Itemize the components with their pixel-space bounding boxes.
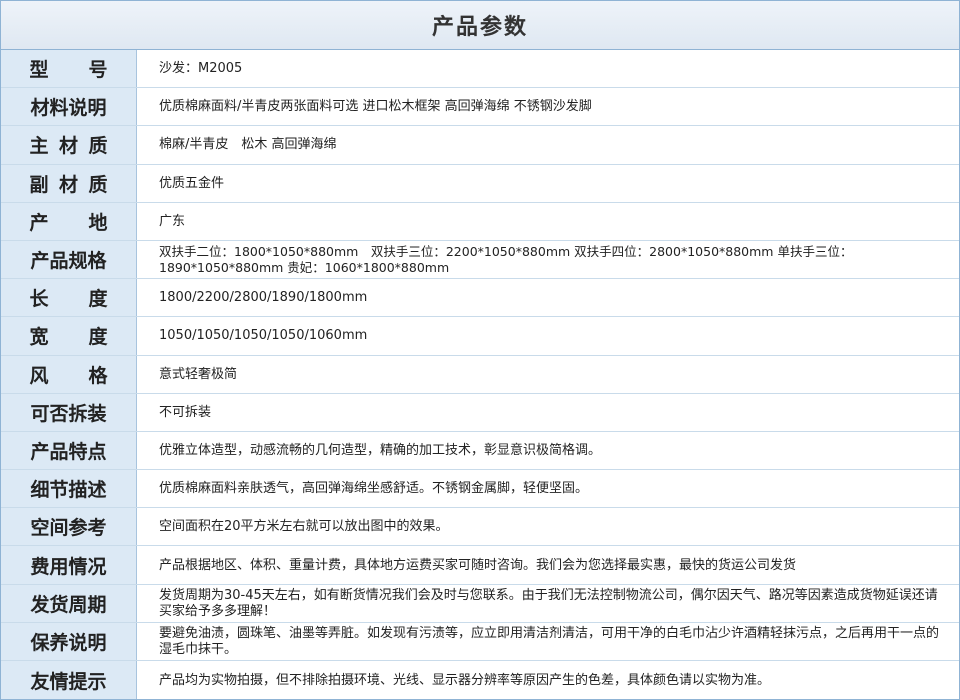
param-value: 优质棉麻面料亲肤透气，高回弹海绵坐感舒适。不锈钢金属脚，轻便坚固。 — [159, 481, 589, 497]
param-value: 优质棉麻面料/半青皮两张面料可选 进口松木框架 高回弹海绵 不锈钢沙发脚 — [159, 99, 592, 115]
param-label-char: 质 — [88, 135, 108, 158]
param-label-char: 产 — [29, 211, 49, 234]
param-row-style: 风 格 意式轻奢极简 — [1, 355, 959, 394]
param-label: 材料说明 — [1, 88, 137, 126]
param-row-material: 材料说明 优质棉麻面料/半青皮两张面料可选 进口松木框架 高回弹海绵 不锈钢沙发… — [1, 88, 959, 127]
param-row-shipping: 发货周期 发货周期为30-45天左右，如有断货情况我们会及时与您联系。由于我们无… — [1, 584, 959, 623]
param-label-char: 主 — [29, 135, 49, 158]
param-row-space: 空间参考 空间面积在20平方米左右就可以放出图中的效果。 — [1, 508, 959, 547]
param-label: 风 格 — [1, 355, 137, 393]
param-value: 广东 — [159, 213, 186, 229]
param-label-spread: 宽 度 — [30, 322, 108, 349]
param-label-char: 地 — [88, 211, 108, 234]
param-label: 型 号 — [1, 50, 137, 88]
param-label: 保养说明 — [1, 622, 137, 660]
param-row-care: 保养说明 要避免油渍，圆珠笔、油墨等弄脏。如发现有污渍等，应立即用清洁剂清洁，可… — [1, 622, 959, 661]
param-value: 要避免油渍，圆珠笔、油墨等弄脏。如发现有污渍等，应立即用清洁剂清洁，可用干净的白… — [159, 625, 940, 657]
param-label: 副 材 质 — [1, 164, 137, 202]
param-label: 长 度 — [1, 279, 137, 317]
param-label-char: 度 — [88, 288, 108, 311]
param-label-spread: 主 材 质 — [30, 131, 108, 158]
param-label: 产品规格 — [1, 240, 137, 279]
param-row-cost: 费用情况 产品根据地区、体积、重量计费，具体地方运费买家可随时咨询。我们会为您选… — [1, 546, 959, 585]
param-label-spread: 长 度 — [30, 284, 108, 311]
param-value: 优雅立体造型，动感流畅的几何造型，精确的加工技术，彰显意识极简格调。 — [159, 442, 602, 458]
param-label: 可否拆装 — [1, 393, 137, 431]
param-label-spread: 产 地 — [30, 208, 108, 235]
table-title: 产品参数 — [1, 1, 959, 50]
params-rows: 型 号 沙发：M2005 材料说明 优质棉麻面料/半青皮两张面料可选 进口松木框… — [1, 50, 959, 700]
param-label-spread: 风 格 — [30, 361, 108, 388]
param-value: 双扶手二位：1800*1050*880mm 双扶手三位：2200*1050*88… — [159, 244, 853, 276]
param-label-char: 型 — [29, 59, 49, 82]
param-row-features: 产品特点 优雅立体造型，动感流畅的几何造型，精确的加工技术，彰显意识极简格调。 — [1, 431, 959, 471]
param-label: 产 地 — [1, 202, 137, 240]
param-label: 空间参考 — [1, 508, 137, 546]
param-value: 产品均为实物拍摄，但不排除拍摄环境、光线、显示器分辨率等原因产生的色差，具体颜色… — [159, 672, 771, 688]
param-label-spread: 型 号 — [30, 55, 108, 82]
param-value: 1800/2200/2800/1890/1800mm — [159, 290, 368, 306]
param-value: 优质五金件 — [159, 175, 225, 191]
param-row-details: 细节描述 优质棉麻面料亲肤透气，高回弹海绵坐感舒适。不锈钢金属脚，轻便坚固。 — [1, 470, 959, 509]
param-value: 意式轻奢极简 — [159, 366, 238, 382]
param-row-sub-material: 副 材 质 优质五金件 — [1, 164, 959, 203]
param-value: 棉麻/半青皮 松木 高回弹海绵 — [159, 137, 337, 153]
param-label-char: 度 — [88, 326, 108, 349]
param-label-char: 材 — [58, 173, 78, 196]
param-row-detachable: 可否拆装 不可拆装 — [1, 393, 959, 432]
param-label-char: 号 — [88, 59, 108, 82]
param-row-model: 型 号 沙发：M2005 — [1, 50, 959, 89]
param-value: 不可拆装 — [159, 404, 212, 420]
param-label-char: 副 — [29, 173, 49, 196]
param-value: 发货周期为30-45天左右，如有断货情况我们会及时与您联系。由于我们无法控制物流… — [159, 587, 938, 619]
param-row-notice: 友情提示 产品均为实物拍摄，但不排除拍摄环境、光线、显示器分辨率等原因产生的色差… — [1, 661, 959, 700]
product-params-table: 产品参数 型 号 沙发：M2005 材料说明 优质棉麻面料/半青皮两张面料可选 … — [0, 0, 960, 700]
param-row-length: 长 度 1800/2200/2800/1890/1800mm — [1, 279, 959, 318]
param-label: 细节描述 — [1, 470, 137, 508]
param-row-spec: 产品规格 双扶手二位：1800*1050*880mm 双扶手三位：2200*10… — [1, 240, 959, 280]
param-row-origin: 产 地 广东 — [1, 202, 959, 241]
param-value: 1050/1050/1050/1050/1060mm — [159, 328, 368, 344]
param-label-char: 宽 — [29, 326, 49, 349]
param-label-spread: 副 材 质 — [30, 170, 108, 197]
param-label-char: 格 — [88, 364, 108, 387]
param-row-main-material: 主 材 质 棉麻/半青皮 松木 高回弹海绵 — [1, 126, 959, 165]
param-value: 产品根据地区、体积、重量计费，具体地方运费买家可随时咨询。我们会为您选择最实惠，… — [159, 557, 797, 573]
param-label: 友情提示 — [1, 661, 137, 700]
param-label: 主 材 质 — [1, 126, 137, 164]
param-label: 产品特点 — [1, 431, 137, 470]
param-label-char: 长 — [29, 288, 49, 311]
param-label: 发货周期 — [1, 584, 137, 622]
param-label: 宽 度 — [1, 317, 137, 355]
param-value: 沙发：M2005 — [159, 61, 243, 77]
param-label: 费用情况 — [1, 546, 137, 584]
param-label-char: 风 — [29, 364, 49, 387]
param-label-char: 材 — [58, 135, 78, 158]
param-value: 空间面积在20平方米左右就可以放出图中的效果。 — [159, 519, 449, 535]
param-row-width: 宽 度 1050/1050/1050/1050/1060mm — [1, 317, 959, 356]
param-label-char: 质 — [88, 173, 108, 196]
